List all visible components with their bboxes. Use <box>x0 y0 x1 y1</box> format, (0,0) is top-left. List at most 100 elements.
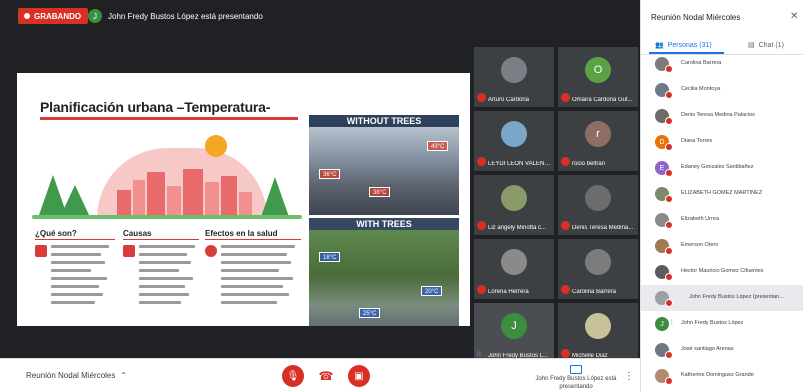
presenting-status-text: John Fredy Bustos López está presentando <box>535 376 617 390</box>
list-item[interactable]: Carolina Barrera <box>641 55 803 77</box>
slide-title: Planificación urbana –Temperatura- <box>40 99 271 115</box>
list-item[interactable]: Katherine Dominguez Grande <box>641 363 803 389</box>
building-icon <box>123 245 135 257</box>
temperature-tag: 25°C <box>359 308 381 318</box>
column-text-causes <box>139 245 195 309</box>
participant-name: Carolina Barrera <box>572 289 617 295</box>
shared-slide: Planificación urbana –Temperatura- ¿Qué … <box>17 73 470 326</box>
participant-name: Denis Teresa Medina... <box>572 225 634 231</box>
mic-toggle-button[interactable]: 🎙 <box>282 365 304 387</box>
meet-window: GRABANDO J John Fredy Bustos López está … <box>0 0 803 392</box>
column-heading-what: ¿Qué son? <box>35 229 77 238</box>
mic-off-icon <box>477 157 486 166</box>
recording-badge: GRABANDO <box>18 8 89 24</box>
photo-label-without-trees: WITHOUT TREES <box>309 115 459 127</box>
participant-avatar <box>501 57 527 83</box>
participant-tile[interactable]: Lorena Herrera <box>474 239 554 299</box>
participant-avatar <box>585 249 611 275</box>
mic-off-icon <box>561 285 570 294</box>
bottom-control-bar: Reunión Nodal Miércoles ⌃ 🎙 ☎ ▣ John Fre… <box>0 358 640 392</box>
list-item[interactable]: Emerson Otero <box>641 233 803 259</box>
participant-name: Liz angely Minotta c... <box>488 225 547 231</box>
participant-name: Carolina Barrera <box>681 60 722 66</box>
thermometer-icon <box>35 245 47 257</box>
camera-toggle-button[interactable]: ▣ <box>348 365 370 387</box>
participant-name: John Fredy Bustos López <box>681 320 744 326</box>
mic-off-icon <box>477 93 486 102</box>
participant-avatar <box>585 313 611 339</box>
column-rule <box>205 239 301 240</box>
mic-off-icon <box>665 377 673 385</box>
participant-list: Carolina Barrera Cecilia Montoya Denis T… <box>641 55 803 392</box>
participant-name: John Fredy Bustos López (presentan... <box>689 294 784 300</box>
mic-off-icon <box>561 157 570 166</box>
panel-meeting-title: Reunión Nodal Miércoles <box>651 13 741 22</box>
mic-off-icon <box>561 93 570 102</box>
participant-avatar: O <box>585 57 611 83</box>
participant-tile[interactable]: r rocio beltran <box>558 111 638 171</box>
temperature-tag: 43°C <box>427 141 449 151</box>
camera-off-icon: ▣ <box>354 370 364 382</box>
participant-name: Katherine Dominguez Grande <box>681 372 754 378</box>
close-icon[interactable]: ✕ <box>790 11 798 22</box>
participant-tile[interactable]: Michelle Diaz <box>558 303 638 363</box>
presenting-status-button[interactable]: John Fredy Bustos López está presentando <box>528 365 624 391</box>
leave-call-button[interactable]: ☎ <box>315 365 337 387</box>
temperature-tag: 38°C <box>369 187 391 197</box>
participant-tile[interactable]: O Omaira Cardona Gut... <box>558 47 638 107</box>
list-item-presenting[interactable]: John Fredy Bustos López (presentan... <box>641 285 803 311</box>
column-text-effects <box>221 245 297 309</box>
temperature-tag: 18°C <box>319 252 341 262</box>
people-panel: Reunión Nodal Miércoles ✕ 👥 Personas (31… <box>640 0 803 392</box>
presentation-stage: GRABANDO J John Fredy Bustos López está … <box>0 0 640 363</box>
participant-tile[interactable]: Arturo Cardona <box>474 47 554 107</box>
chat-icon: ▤ <box>748 42 755 49</box>
participant-name: LEYDI LEÓN VALENC... <box>488 161 552 167</box>
list-item[interactable]: Hector Mauricio Gomez Cifuentes <box>641 259 803 285</box>
mic-off-icon: 🎙 <box>286 370 300 382</box>
mic-off-icon <box>477 221 486 230</box>
record-dot-icon <box>24 13 30 19</box>
list-item[interactable]: José santiago Arenas <box>641 337 803 363</box>
meeting-details-toggle[interactable]: Reunión Nodal Miércoles ⌃ <box>26 371 127 380</box>
list-item[interactable]: ELIZABETH GOMEZ MARTINEZ <box>641 181 803 207</box>
mic-off-icon <box>665 143 673 151</box>
list-item[interactable]: Cecilia Montoya <box>641 77 803 103</box>
list-item[interactable]: J ⁞ John Fredy Bustos López <box>641 311 803 337</box>
tree-icon <box>261 177 289 217</box>
participant-name: Elizabeth Urrea <box>681 216 719 222</box>
temperature-tag: 36°C <box>319 169 341 179</box>
present-screen-icon <box>570 365 582 374</box>
participant-name: Arturo Cardona <box>488 97 530 103</box>
tab-people[interactable]: 👥 Personas (31) <box>655 39 712 51</box>
list-item[interactable]: E Edaney Gonzalez Santibañez <box>641 155 803 181</box>
audio-wave-icon: ⁞ <box>671 320 673 326</box>
mic-off-icon <box>665 169 673 177</box>
column-rule <box>123 239 199 240</box>
participant-tile-presenter[interactable]: J ⁞⁞ John Fredy Bustos L... <box>474 303 554 363</box>
participant-name: ELIZABETH GOMEZ MARTINEZ <box>681 190 763 196</box>
mic-off-icon <box>665 221 673 229</box>
people-icon: 👥 <box>655 42 664 49</box>
participant-tile[interactable]: Carolina Barrera <box>558 239 638 299</box>
participant-tile[interactable]: LEYDI LEÓN VALENC... <box>474 111 554 171</box>
mic-off-icon <box>561 221 570 230</box>
list-item[interactable]: Elizabeth Urrea <box>641 207 803 233</box>
more-options-icon[interactable]: ⋮ <box>624 371 634 382</box>
tab-chat[interactable]: ▤ Chat (1) <box>748 39 784 51</box>
participant-name: Denis Teresa Medina Palacios <box>681 112 755 118</box>
list-item[interactable]: Denis Teresa Medina Palacios <box>641 103 803 129</box>
participant-name: Diana Torres <box>681 138 713 144</box>
column-text-what <box>51 245 109 309</box>
participant-avatar: r <box>585 121 611 147</box>
tab-people-label: Personas (31) <box>667 41 712 49</box>
chevron-up-icon: ⌃ <box>120 371 128 380</box>
participant-tile[interactable]: Denis Teresa Medina... <box>558 175 638 235</box>
participant-avatar <box>501 185 527 211</box>
participant-tile[interactable]: Liz angely Minotta c... <box>474 175 554 235</box>
list-item[interactable]: D Diana Torres <box>641 129 803 155</box>
participant-name: Edaney Gonzalez Santibañez <box>681 164 754 170</box>
mic-off-icon <box>561 349 570 358</box>
column-heading-causes: Causas <box>123 229 152 238</box>
meeting-name: Reunión Nodal Miércoles <box>26 371 116 380</box>
